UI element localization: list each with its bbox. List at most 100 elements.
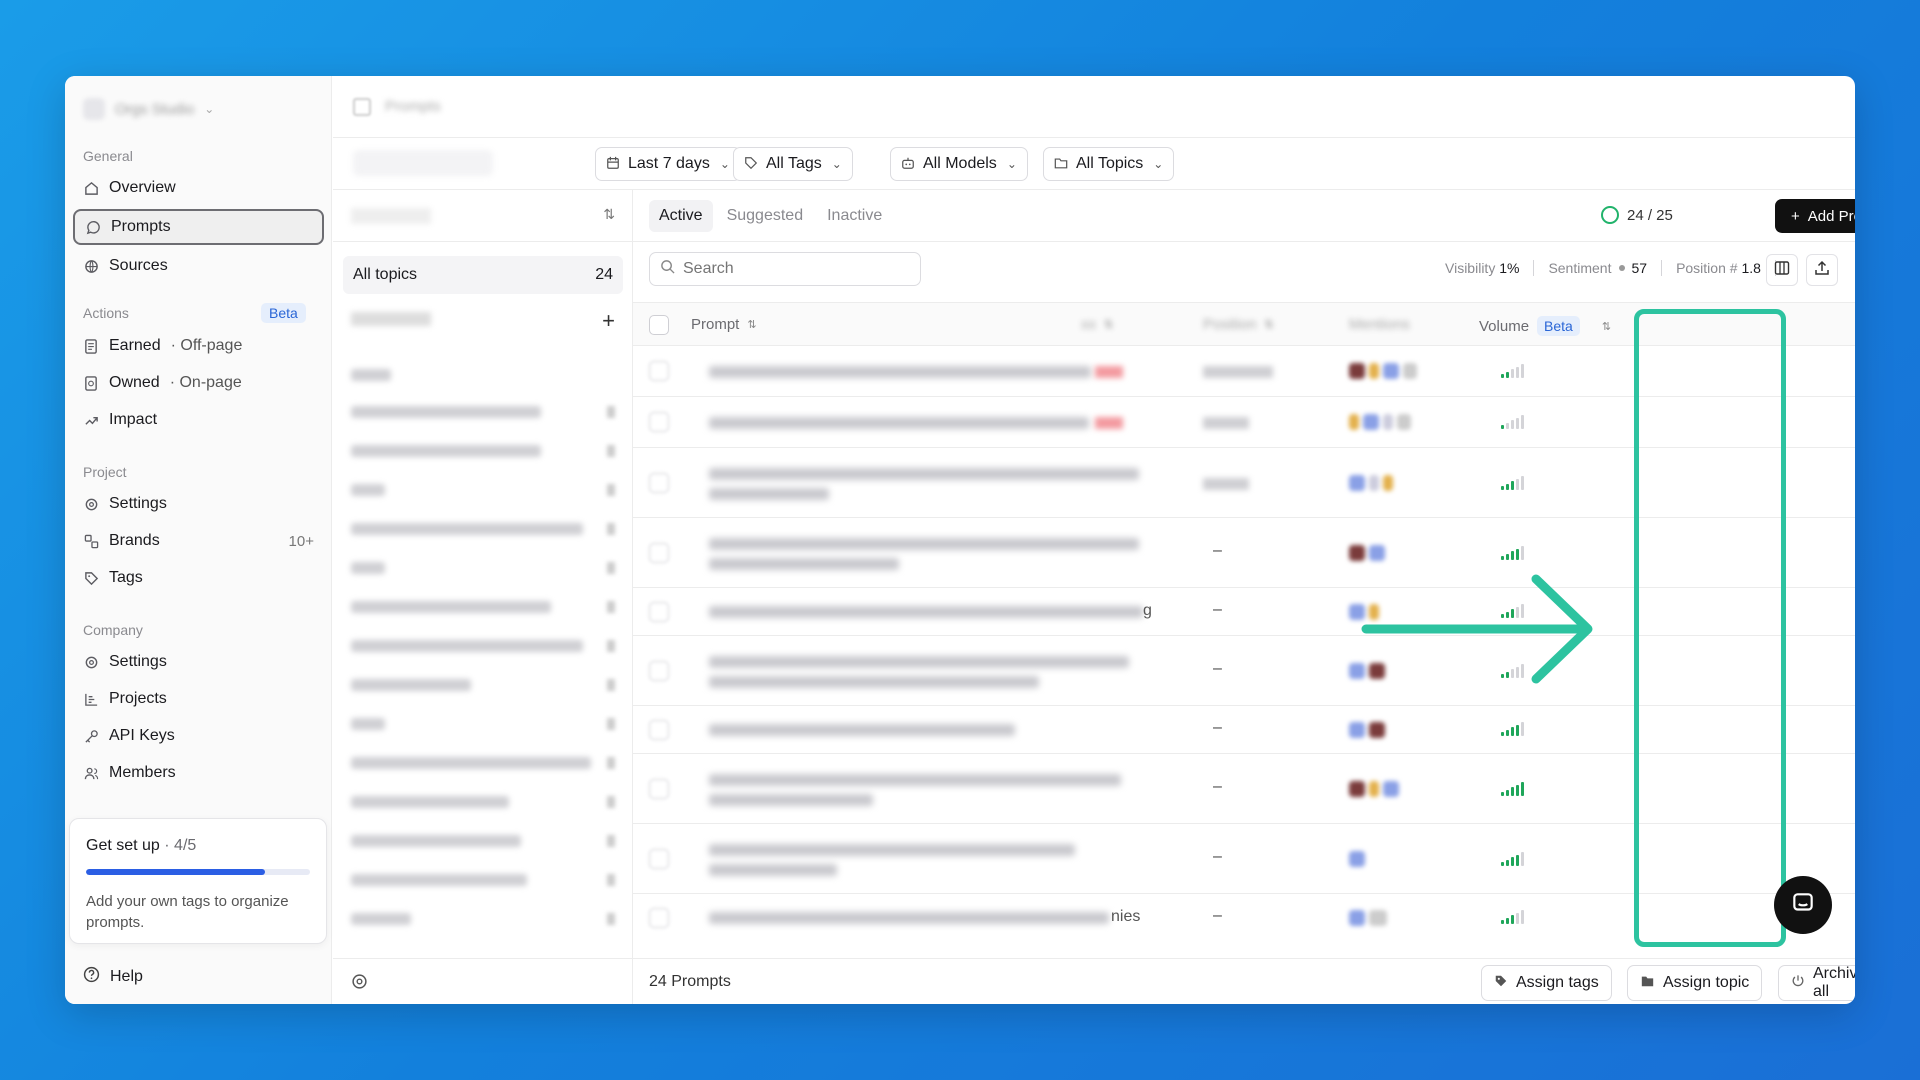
sidebar-item-api-keys[interactable]: API Keys	[73, 718, 324, 754]
table-row[interactable]	[633, 397, 1855, 448]
list-item[interactable]	[351, 558, 615, 578]
assign-tags-button[interactable]: Assign tags	[1481, 965, 1612, 1001]
row-checkbox[interactable]	[649, 602, 669, 622]
table-row[interactable]: –	[633, 636, 1855, 706]
date-range-filter[interactable]: Last 7 days ⌄	[595, 147, 741, 181]
sidebar-item-prompts[interactable]: Prompts	[73, 209, 324, 245]
columns-button[interactable]	[1766, 254, 1798, 286]
volume-bar	[1521, 604, 1524, 618]
tags-filter-label: All Tags	[766, 155, 822, 172]
sidebar-toggle-icon[interactable]	[353, 98, 371, 116]
row-checkbox[interactable]	[649, 779, 669, 799]
org-logo	[83, 98, 105, 120]
list-item[interactable]	[351, 831, 615, 851]
all-topics-item[interactable]: All topics 24	[343, 256, 623, 294]
list-item[interactable]	[351, 753, 615, 773]
help-link[interactable]: Help	[83, 966, 143, 988]
list-item[interactable]	[351, 441, 615, 461]
sidebar-item-brands[interactable]: Brands 10+	[73, 523, 324, 559]
topics-header[interactable]: ⇅	[333, 190, 633, 242]
tag-icon	[744, 156, 758, 173]
table-row[interactable]: –	[633, 824, 1855, 894]
models-filter[interactable]: All Models ⌄	[890, 147, 1028, 181]
sidebar-item-projects[interactable]: Projects	[73, 681, 324, 717]
column-visibility[interactable]: xx ⇅	[1081, 316, 1113, 333]
topics-filter[interactable]: All Topics ⌄	[1043, 147, 1175, 181]
row-checkbox[interactable]	[649, 720, 669, 740]
assign-topic-button[interactable]: Assign topic	[1627, 965, 1763, 1001]
support-chat-button[interactable]	[1774, 876, 1832, 934]
sidebar-item-overview[interactable]: Overview	[73, 170, 324, 206]
column-volume[interactable]: Volume Beta ⇅	[1479, 316, 1611, 336]
volume-bar	[1516, 606, 1519, 618]
list-item[interactable]	[351, 597, 615, 617]
tab-active[interactable]: Active	[649, 200, 713, 232]
column-prompt[interactable]: Prompt ⇅	[691, 316, 757, 333]
list-item[interactable]	[351, 519, 615, 539]
export-button[interactable]	[1806, 254, 1838, 286]
row-checkbox[interactable]	[649, 473, 669, 493]
list-item[interactable]	[351, 870, 615, 890]
prompt-text	[709, 844, 1075, 856]
row-checkbox[interactable]	[649, 361, 669, 381]
row-checkbox[interactable]	[649, 908, 669, 928]
column-mentions[interactable]: Mentions	[1349, 316, 1410, 333]
volume-meter	[1501, 910, 1524, 924]
add-topic-row[interactable]: +	[351, 308, 615, 333]
table-row[interactable]: nies –	[633, 894, 1855, 944]
archive-all-button[interactable]: Archive all	[1778, 965, 1855, 1001]
row-checkbox[interactable]	[649, 543, 669, 563]
table-row[interactable]	[633, 448, 1855, 518]
sidebar-item-impact[interactable]: Impact	[73, 402, 324, 438]
sort-icon: ⇅	[747, 319, 757, 331]
list-item[interactable]	[351, 675, 615, 695]
table-row[interactable]: –	[633, 706, 1855, 754]
table-row[interactable]: –	[633, 754, 1855, 824]
sidebar-item-sources[interactable]: Sources	[73, 248, 324, 284]
list-item[interactable]	[351, 636, 615, 656]
volume-bar	[1516, 666, 1519, 678]
list-item[interactable]	[351, 714, 615, 734]
volume-bar	[1506, 483, 1509, 490]
list-item[interactable]	[351, 909, 615, 929]
position-cell: –	[1213, 907, 1222, 924]
mentions-cell	[1349, 414, 1411, 430]
list-item[interactable]	[351, 480, 615, 500]
plus-icon[interactable]: +	[602, 308, 615, 334]
project-selector[interactable]	[353, 150, 493, 176]
search-input[interactable]	[683, 260, 903, 278]
tab-suggested[interactable]: Suggested	[717, 200, 814, 232]
prompt-text	[709, 912, 1109, 924]
row-checkbox[interactable]	[649, 412, 669, 432]
add-prompt-button[interactable]: + Add Prompt	[1775, 199, 1855, 233]
mentions-cell	[1349, 604, 1379, 620]
table-row[interactable]	[633, 346, 1855, 397]
tags-filter[interactable]: All Tags ⌄	[733, 147, 853, 181]
tab-inactive[interactable]: Inactive	[817, 200, 892, 232]
sidebar-item-members[interactable]: Members	[73, 755, 324, 791]
sidebar-item-earned[interactable]: Earned · Off-page	[73, 328, 324, 364]
table-row[interactable]: –	[633, 518, 1855, 588]
search-box[interactable]	[649, 252, 921, 286]
settings-icon[interactable]	[351, 973, 368, 995]
prompt-text-line	[709, 864, 837, 876]
org-switcher[interactable]: Orgs Studio ⌄	[83, 96, 214, 122]
brands-count-badge: 10+	[288, 532, 314, 550]
column-position[interactable]: Position ⇅	[1203, 316, 1274, 333]
sidebar-item-owned[interactable]: Owned · On-page	[73, 365, 324, 401]
top-bar: Prompts	[333, 76, 1855, 138]
select-all-checkbox[interactable]	[649, 315, 669, 335]
sidebar-item-company-settings[interactable]: Settings	[73, 644, 324, 680]
row-checkbox[interactable]	[649, 849, 669, 869]
list-item[interactable]	[351, 402, 615, 422]
sidebar-item-tags[interactable]: Tags	[73, 560, 324, 596]
volume-bar	[1506, 789, 1509, 796]
sidebar-item-project-settings[interactable]: Settings	[73, 486, 324, 522]
sort-icon[interactable]: ⇅	[603, 206, 615, 223]
table-row[interactable]: g –	[633, 588, 1855, 636]
setup-card[interactable]: Get set up · 4/5 Add your own tags to or…	[69, 818, 327, 944]
position-cell: –	[1213, 542, 1222, 559]
list-item[interactable]	[351, 792, 615, 812]
row-checkbox[interactable]	[649, 661, 669, 681]
setup-title-text: Get set up	[86, 837, 160, 854]
